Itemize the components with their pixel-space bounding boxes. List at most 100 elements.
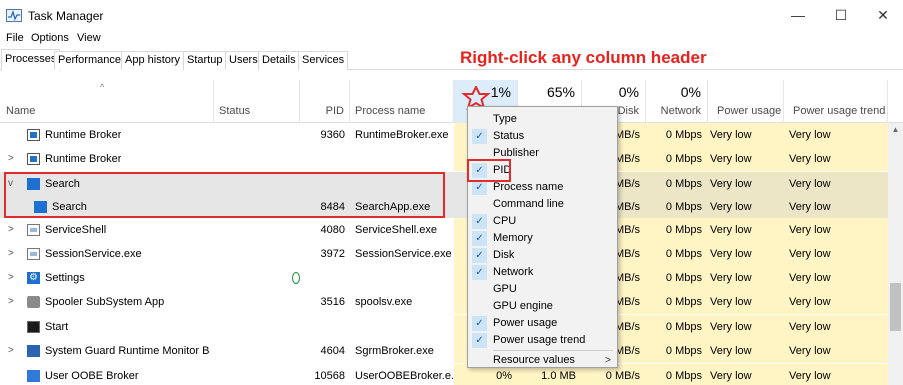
chevron-right-icon[interactable]: > — [8, 218, 14, 242]
checkmark-icon: ✓ — [472, 248, 487, 263]
app-window-icon — [27, 248, 40, 260]
printer-icon — [27, 296, 40, 308]
process-name: System Guard Runtime Monitor B... — [45, 345, 210, 357]
process-name: ServiceShell — [45, 224, 107, 236]
checkmark-icon: ✓ — [472, 129, 487, 144]
menu-view[interactable]: View — [77, 32, 101, 44]
app-window-icon — [27, 129, 40, 141]
header-pid[interactable]: PID — [300, 80, 350, 123]
column-header: ^ Name Status PID Process name 1% 65% 0%… — [0, 70, 903, 123]
column-context-menu: Type ✓ Status Publisher ✓ PID ✓ Process nam… — [467, 106, 618, 368]
table-row[interactable]: Runtime Broker 9360 RuntimeBroker.exe MB… — [0, 123, 888, 147]
chevron-right-icon[interactable]: > — [8, 147, 14, 171]
tab-performance[interactable]: Performance — [54, 51, 125, 70]
image-name: spoolsv.exe — [355, 296, 413, 308]
pid-value: 4604 — [320, 345, 345, 357]
maximize-button[interactable]: ☐ — [826, 4, 856, 26]
checkmark-icon: ✓ — [472, 265, 487, 280]
table-row[interactable]: > ⚙ Settings MB/s 0 Mbps Very low Very l… — [0, 266, 888, 290]
process-name: Start — [45, 321, 69, 333]
app-window-icon — [27, 153, 40, 165]
pid-value: 4080 — [320, 224, 345, 236]
pid-value: 3516 — [320, 296, 345, 308]
image-name: UserOOBEBroker.e... — [355, 370, 455, 382]
ctx-separator — [493, 350, 613, 351]
pid-item-highlight — [467, 159, 511, 182]
process-name: Runtime Broker — [45, 153, 122, 165]
search-group-highlight — [4, 172, 445, 218]
process-name: Spooler SubSystem App — [45, 296, 165, 308]
ctx-item-type[interactable]: Type — [468, 111, 617, 128]
window-title: Task Manager — [28, 9, 104, 23]
header-power-usage[interactable]: Power usage — [708, 80, 784, 123]
ctx-item-memory[interactable]: ✓ Memory — [468, 230, 617, 247]
app-window-icon — [27, 224, 40, 236]
tab-bar: Processes Performance App history Startu… — [0, 49, 903, 71]
tab-app-history[interactable]: App history — [121, 51, 185, 70]
checkmark-icon: ✓ — [472, 180, 487, 195]
header-power-usage-trend[interactable]: Power usage trend — [784, 80, 888, 123]
title-bar: Task Manager — ☐ ✕ — [0, 0, 903, 30]
table-row[interactable]: User OOBE Broker 10568 UserOOBEBroker.e.… — [0, 364, 888, 385]
tab-processes[interactable]: Processes — [1, 49, 61, 71]
tab-startup[interactable]: Startup — [183, 51, 227, 70]
process-name: Settings — [45, 272, 85, 284]
ctx-item-gpu[interactable]: GPU — [468, 281, 617, 298]
header-network[interactable]: 0% Network — [646, 80, 708, 123]
gear-icon: ⚙ — [27, 272, 40, 284]
ctx-item-status[interactable]: ✓ Status — [468, 128, 617, 145]
table-row[interactable]: > Spooler SubSystem App 3516 spoolsv.exe… — [0, 290, 888, 314]
app-window-icon — [27, 370, 40, 382]
header-status[interactable]: Status — [214, 80, 300, 123]
menu-bar: File Options View — [0, 30, 903, 48]
header-process-name[interactable]: Process name — [350, 80, 454, 123]
image-name: SgrmBroker.exe — [355, 345, 434, 357]
checkmark-icon: ✓ — [472, 316, 487, 331]
vertical-scrollbar[interactable]: ▲ — [888, 123, 903, 385]
leaf-icon — [292, 272, 300, 284]
menu-file[interactable]: File — [6, 32, 24, 44]
process-name: User OOBE Broker — [45, 370, 139, 382]
shield-icon — [27, 345, 40, 357]
tab-users[interactable]: Users — [225, 51, 262, 70]
chevron-right-icon[interactable]: > — [8, 290, 14, 314]
image-name: ServiceShell.exe — [355, 224, 437, 236]
ctx-item-power-usage-trend[interactable]: ✓ Power usage trend — [468, 332, 617, 349]
image-name: SessionService.exe — [355, 248, 452, 260]
ctx-item-power-usage[interactable]: ✓ Power usage — [468, 315, 617, 332]
checkmark-icon: ✓ — [472, 214, 487, 229]
process-name: Runtime Broker — [45, 129, 122, 141]
ctx-item-resource-values[interactable]: Resource values > — [468, 352, 617, 369]
chevron-right-icon: > — [605, 355, 611, 366]
chevron-right-icon[interactable]: > — [8, 242, 14, 266]
table-row[interactable]: > System Guard Runtime Monitor B... 4604… — [0, 339, 888, 363]
header-name[interactable]: Name — [0, 80, 214, 123]
pid-value: 9360 — [320, 129, 345, 141]
menu-options[interactable]: Options — [31, 32, 69, 44]
minimize-button[interactable]: — — [783, 4, 813, 26]
scroll-thumb[interactable] — [890, 283, 901, 331]
chevron-right-icon[interactable]: > — [8, 339, 14, 363]
pid-value: 10568 — [314, 370, 345, 382]
image-name: RuntimeBroker.exe — [355, 129, 449, 141]
checkmark-icon: ✓ — [472, 231, 487, 246]
ctx-item-network[interactable]: ✓ Network — [468, 264, 617, 281]
chevron-right-icon[interactable]: > — [8, 266, 14, 290]
scroll-up-icon[interactable]: ▲ — [888, 123, 903, 137]
process-name: SessionService.exe — [45, 248, 142, 260]
ctx-item-command-line[interactable]: Command line — [468, 196, 617, 213]
table-row[interactable]: > ServiceShell 4080 ServiceShell.exe MB/… — [0, 218, 888, 242]
table-row[interactable]: > Runtime Broker MB/s 0 Mbps Very low Ve… — [0, 147, 888, 171]
tab-details[interactable]: Details — [258, 51, 300, 70]
annotation-text: Right-click any column header — [460, 48, 707, 67]
ctx-item-cpu[interactable]: ✓ CPU — [468, 213, 617, 230]
close-button[interactable]: ✕ — [868, 4, 898, 26]
table-row[interactable]: Start MB/s 0 Mbps Very low Very low — [0, 315, 888, 339]
tab-services[interactable]: Services — [298, 51, 349, 70]
ctx-item-disk[interactable]: ✓ Disk — [468, 247, 617, 264]
pid-value: 3972 — [320, 248, 345, 260]
ctx-item-gpu-engine[interactable]: GPU engine — [468, 298, 617, 315]
table-row[interactable]: > SessionService.exe 3972 SessionService… — [0, 242, 888, 266]
checkmark-icon: ✓ — [472, 333, 487, 348]
task-manager-icon — [6, 9, 22, 22]
